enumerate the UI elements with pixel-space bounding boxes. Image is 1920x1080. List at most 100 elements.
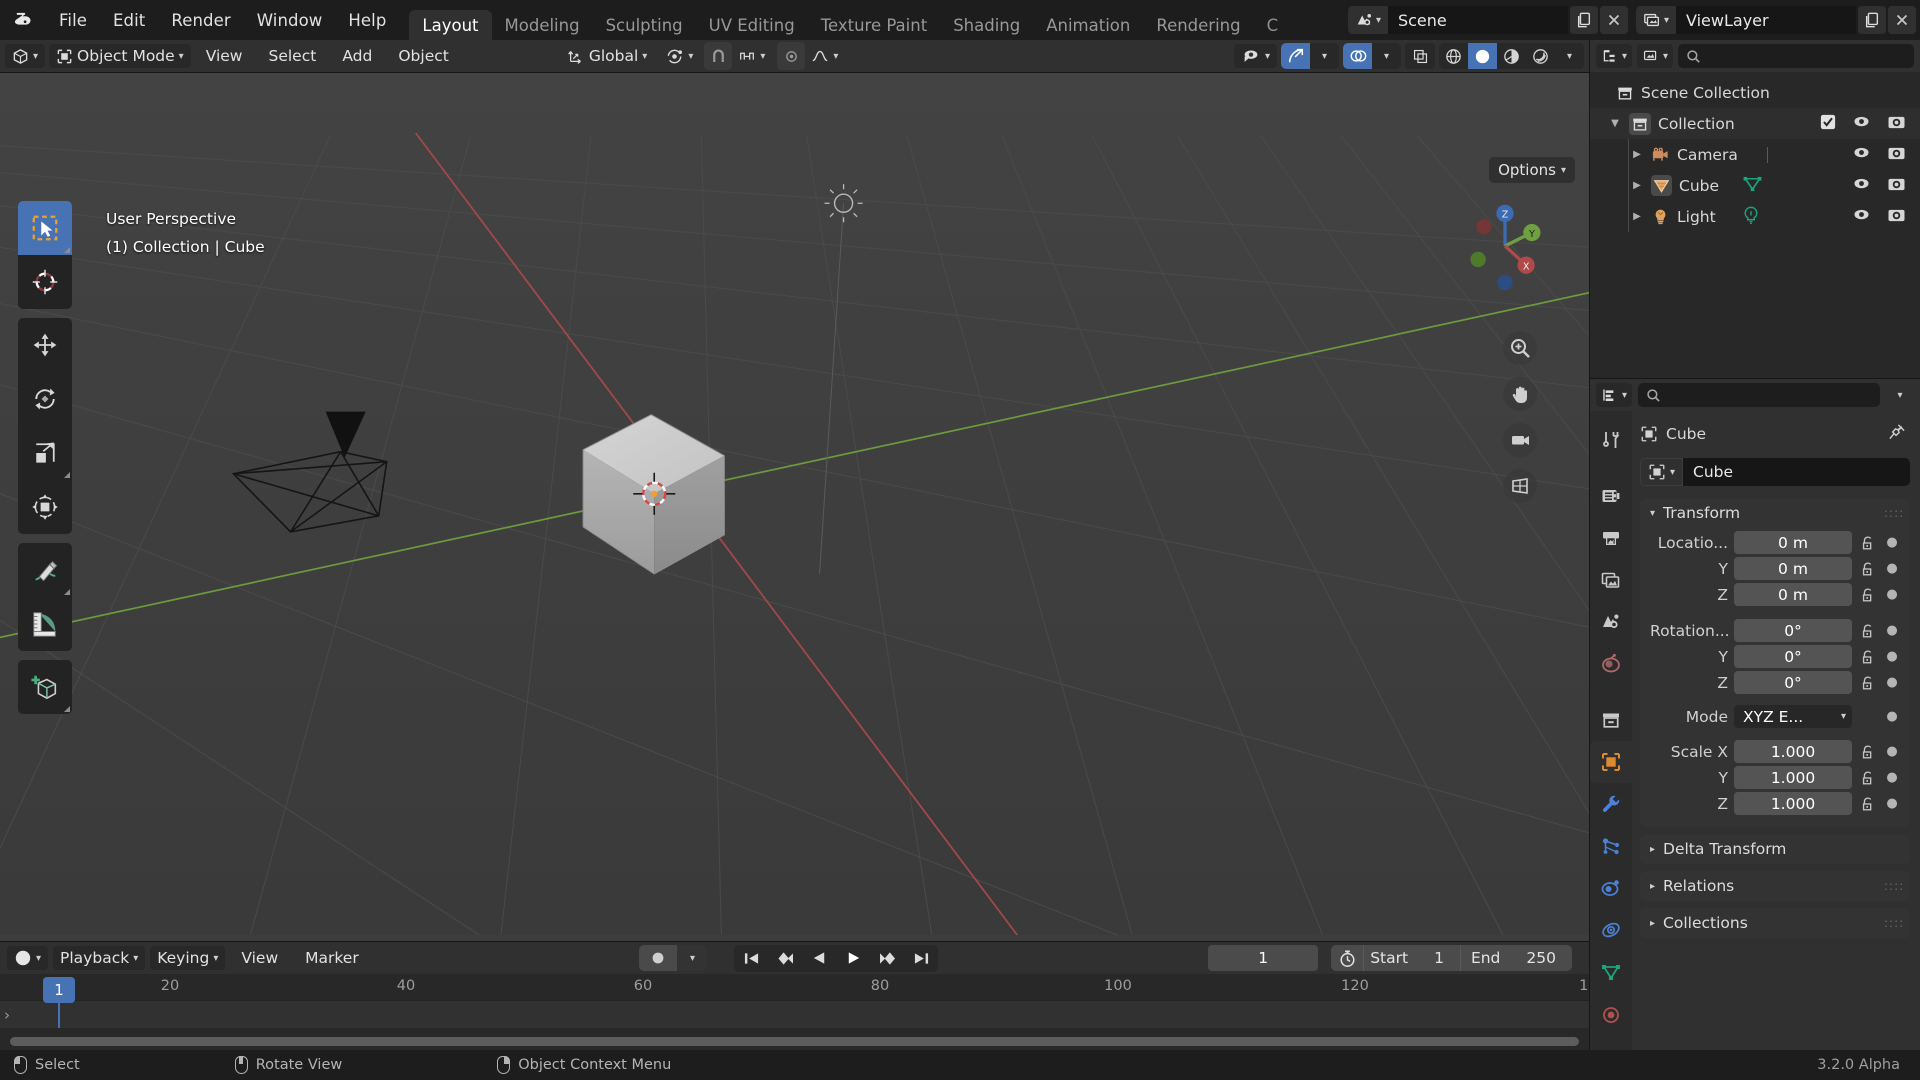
tool-measure[interactable] (18, 597, 72, 651)
overlays-settings-dropdown[interactable]: ▾ (1372, 43, 1401, 69)
frame-end-value[interactable]: 250 (1526, 949, 1556, 967)
overlays-toggle[interactable] (1343, 43, 1372, 69)
location-z-field[interactable]: 0 m (1734, 583, 1852, 606)
outliner-filter-button[interactable]: ▾ (1637, 44, 1674, 68)
viewport-menu-view[interactable]: View (195, 44, 254, 68)
delta-transform-panel[interactable]: ▸ Delta Transform (1640, 834, 1910, 864)
disable-in-renders-icon[interactable] (1887, 176, 1906, 196)
shading-wireframe-button[interactable] (1439, 43, 1468, 69)
viewport-options-button[interactable]: Options ▾ (1489, 157, 1575, 183)
workspace-tab-layout[interactable]: Layout (409, 10, 492, 40)
animate-property-dot[interactable]: ● (1884, 587, 1900, 602)
jump-to-start-button[interactable] (734, 944, 769, 972)
tool-cursor[interactable] (18, 255, 72, 309)
outliner-search-input[interactable] (1678, 44, 1914, 68)
next-keyframe-button[interactable] (870, 944, 905, 972)
hide-in-viewport-icon[interactable] (1852, 176, 1871, 195)
properties-tab-modifiers[interactable] (1590, 783, 1632, 825)
tool-transform[interactable] (18, 480, 72, 534)
scene-name-field[interactable]: Scene (1387, 6, 1568, 34)
timeline-menu-keying[interactable]: Keying ▾ (150, 946, 226, 970)
viewport-menu-object[interactable]: Object (387, 44, 459, 68)
viewport-menu-select[interactable]: Select (258, 44, 328, 68)
rotation-z-field[interactable]: 0° (1734, 671, 1852, 694)
animate-property-dot[interactable]: ● (1884, 709, 1900, 724)
properties-editor-type-button[interactable]: ▾ (1596, 383, 1633, 407)
workspace-tab-compositing[interactable]: C (1254, 10, 1292, 40)
viewport-menu-add[interactable]: Add (331, 44, 383, 68)
workspace-tab-uv-editing[interactable]: UV Editing (696, 10, 808, 40)
properties-tab-particles[interactable] (1590, 825, 1632, 867)
auto-keying-toggle[interactable] (639, 945, 678, 971)
animate-property-dot[interactable]: ● (1884, 675, 1900, 690)
timeline-menu-view[interactable]: View (230, 946, 289, 970)
timeline-menu-playback[interactable]: Playback ▾ (53, 946, 146, 970)
tool-annotate[interactable] (18, 543, 72, 597)
rotation-x-field[interactable]: 0° (1734, 619, 1852, 642)
menu-window[interactable]: Window (244, 0, 336, 40)
lock-icon[interactable] (1858, 770, 1878, 786)
rotation-y-field[interactable]: 0° (1734, 645, 1852, 668)
zoom-button[interactable] (1503, 331, 1537, 365)
tool-add-cube[interactable] (18, 660, 72, 714)
menu-file[interactable]: File (46, 0, 100, 40)
lock-icon[interactable] (1858, 587, 1878, 603)
interaction-mode-button[interactable]: Object Mode ▾ (49, 44, 191, 68)
workspace-tab-modeling[interactable]: Modeling (492, 10, 593, 40)
camera-view-button[interactable] (1503, 423, 1537, 457)
light-bulb-icon[interactable] (1741, 205, 1761, 228)
disclosure-triangle-closed-icon[interactable]: ▶ (1630, 149, 1644, 160)
animate-property-dot[interactable]: ● (1884, 649, 1900, 664)
location-x-field[interactable]: 0 m (1734, 531, 1852, 554)
properties-tab-scene[interactable] (1590, 601, 1632, 643)
properties-tab-view-layer[interactable] (1590, 559, 1632, 601)
workspace-tab-rendering[interactable]: Rendering (1143, 10, 1253, 40)
frame-start-value[interactable]: 1 (1434, 949, 1444, 967)
playhead-indicator[interactable]: 1 (43, 977, 75, 1003)
properties-tab-material[interactable] (1590, 993, 1632, 1035)
menu-render[interactable]: Render (158, 0, 243, 40)
lock-icon[interactable] (1858, 535, 1878, 551)
play-reverse-button[interactable] (802, 944, 837, 972)
pan-button[interactable] (1503, 377, 1537, 411)
collections-panel[interactable]: ▸ Collections :::: (1640, 908, 1910, 938)
disable-in-renders-icon[interactable] (1887, 145, 1906, 165)
properties-options-button[interactable]: ▾ (1886, 381, 1914, 409)
outliner-row-scene-collection[interactable]: Scene Collection (1590, 77, 1920, 108)
properties-tab-object[interactable] (1590, 741, 1632, 783)
xray-toggle[interactable] (1405, 43, 1435, 69)
relations-panel[interactable]: ▸ Relations :::: (1640, 871, 1910, 901)
collection-checkbox[interactable] (1820, 114, 1836, 134)
properties-tab-collection[interactable] (1590, 699, 1632, 741)
rotation-mode-dropdown[interactable]: XYZ E... ▾ (1734, 705, 1852, 728)
play-button[interactable] (836, 944, 871, 972)
animate-property-dot[interactable]: ● (1884, 770, 1900, 785)
tool-move[interactable] (18, 318, 72, 372)
properties-tab-physics[interactable] (1590, 867, 1632, 909)
shading-solid-button[interactable] (1468, 43, 1497, 69)
jump-to-end-button[interactable] (904, 944, 939, 972)
timeline-editor-type-button[interactable]: ▾ (7, 946, 49, 970)
outliner-row-camera[interactable]: ▶ Camera (1590, 139, 1920, 170)
snap-settings-button[interactable]: ▾ (734, 44, 770, 68)
timeline-scroll-thumb[interactable] (10, 1037, 1579, 1046)
navigation-gizmo[interactable]: Z Y X (1457, 198, 1553, 294)
properties-tab-world[interactable] (1590, 643, 1632, 685)
disclosure-triangle-closed-icon[interactable]: ▶ (1630, 180, 1644, 191)
falloff-curve-button[interactable]: ▾ (807, 44, 843, 68)
lock-icon[interactable] (1858, 675, 1878, 691)
animate-property-dot[interactable]: ● (1884, 623, 1900, 638)
disclosure-triangle-open-icon[interactable]: ▼ (1608, 118, 1622, 129)
prev-keyframe-button[interactable] (768, 944, 803, 972)
workspace-tab-animation[interactable]: Animation (1033, 10, 1143, 40)
lock-icon[interactable] (1858, 623, 1878, 639)
disable-in-renders-icon[interactable] (1887, 114, 1906, 134)
hide-in-viewport-icon[interactable] (1852, 114, 1871, 133)
outliner-row-collection[interactable]: ▼ Collection (1590, 108, 1920, 139)
workspace-tab-sculpting[interactable]: Sculpting (593, 10, 696, 40)
pivot-point-button[interactable]: ▾ (658, 44, 701, 68)
drag-grip-icon[interactable]: :::: (1884, 880, 1903, 892)
shading-material-preview-button[interactable] (1497, 43, 1526, 69)
proportional-edit-toggle[interactable] (777, 42, 806, 70)
viewlayer-close-button[interactable] (1888, 6, 1916, 34)
